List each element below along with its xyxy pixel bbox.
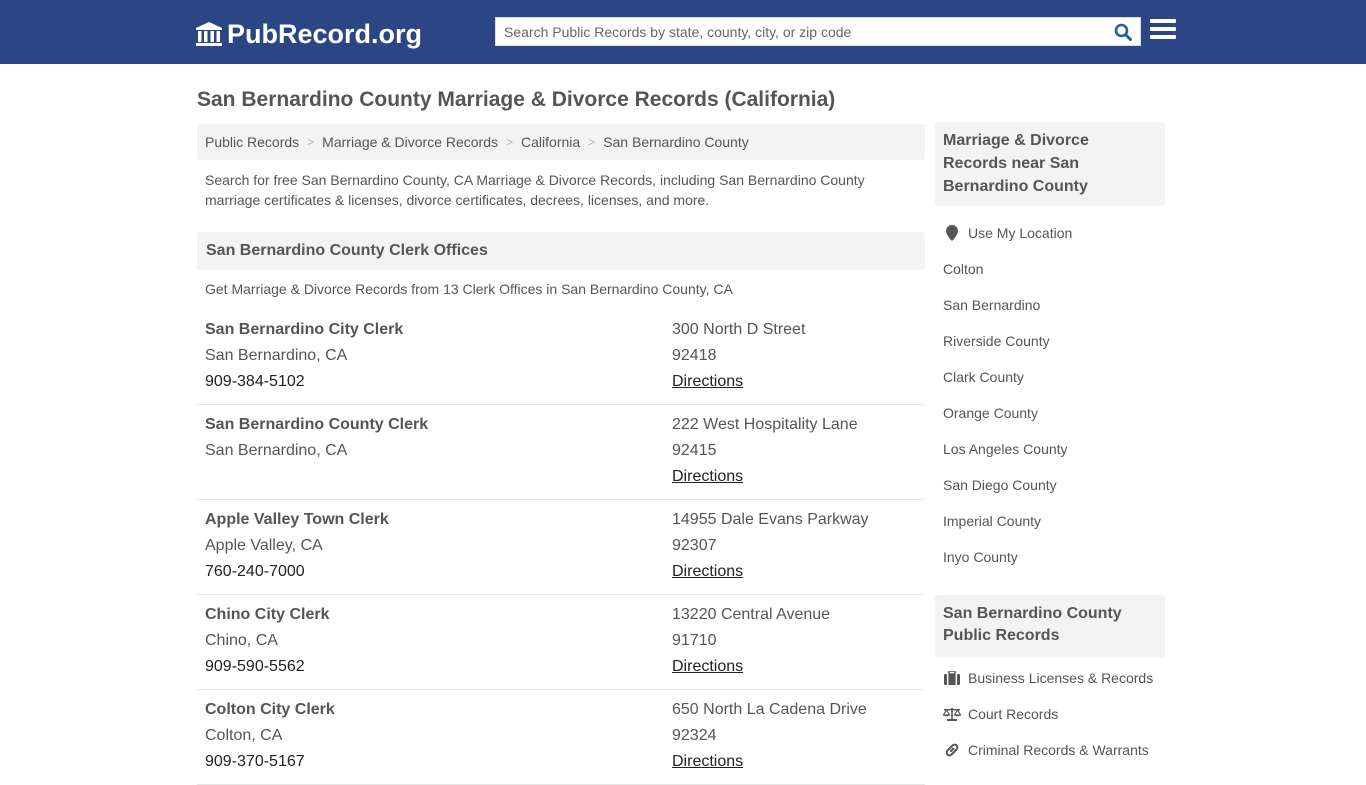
- office-city: San Bernardino, CA: [205, 442, 348, 459]
- breadcrumb-california[interactable]: California: [521, 134, 580, 150]
- office-address: 222 West Hospitality Lane: [672, 416, 858, 433]
- breadcrumb-separator: >: [588, 135, 596, 149]
- clerk-office-item: San Bernardino County Clerk San Bernardi…: [197, 405, 925, 500]
- office-city: Chino, CA: [205, 632, 278, 649]
- office-name: Apple Valley Town Clerk: [205, 511, 389, 528]
- menu-bar-icon: [1150, 19, 1176, 23]
- sidebar: Marriage & Divorce Records near San Bern…: [935, 122, 1165, 768]
- site-logo[interactable]: PubRecord.org: [195, 18, 422, 50]
- office-address: 14955 Dale Evans Parkway: [672, 511, 869, 528]
- nearby-link-san-bernardino[interactable]: San Bernardino: [935, 287, 1165, 323]
- office-name: San Bernardino City Clerk: [205, 321, 404, 338]
- office-phone[interactable]: 760-240-7000: [205, 559, 672, 585]
- office-zip: 91710: [672, 632, 717, 649]
- clerk-office-item: Apple Valley Town Clerk Apple Valley, CA…: [197, 500, 925, 595]
- county-records-list: Business Licenses & Records Court Record…: [935, 660, 1165, 768]
- logo-text: PubRecord.org: [227, 18, 423, 49]
- search-input[interactable]: [496, 18, 1106, 45]
- clerk-office-item: San Bernardino City Clerk San Bernardino…: [197, 315, 925, 405]
- nearby-list: Use My Location Colton San Bernardino Ri…: [935, 215, 1165, 575]
- main-content: Public Records > Marriage & Divorce Reco…: [197, 124, 925, 785]
- office-zip: 92415: [672, 442, 717, 459]
- office-name: San Bernardino County Clerk: [205, 416, 429, 433]
- nearby-link-imperial-county[interactable]: Imperial County: [935, 503, 1165, 539]
- office-phone[interactable]: 909-590-5562: [205, 654, 672, 680]
- office-name: Colton City Clerk: [205, 701, 335, 718]
- directions-link[interactable]: Directions: [672, 373, 743, 390]
- breadcrumb-separator: >: [506, 135, 514, 149]
- courthouse-icon: [196, 22, 222, 46]
- nearby-link-colton[interactable]: Colton: [935, 251, 1165, 287]
- county-public-records-heading: San Bernardino County Public Records: [935, 595, 1165, 657]
- criminal-records-label: Criminal Records & Warrants: [968, 742, 1149, 758]
- clerk-office-item: Colton City Clerk Colton, CA 909-370-516…: [197, 690, 925, 785]
- office-address: 300 North D Street: [672, 321, 806, 338]
- office-zip: 92418: [672, 347, 717, 364]
- top-navbar: PubRecord.org: [0, 0, 1366, 64]
- office-city: Apple Valley, CA: [205, 537, 323, 554]
- office-name: Chino City Clerk: [205, 606, 330, 623]
- briefcase-icon: [943, 670, 961, 686]
- criminal-records-link[interactable]: Criminal Records & Warrants: [935, 732, 1165, 768]
- court-records-link[interactable]: Court Records: [935, 696, 1165, 732]
- court-records-label: Court Records: [968, 706, 1059, 722]
- search-icon: [1114, 23, 1132, 41]
- breadcrumb-public-records[interactable]: Public Records: [205, 134, 299, 150]
- intro-text: Search for free San Bernardino County, C…: [205, 172, 865, 208]
- breadcrumb: Public Records > Marriage & Divorce Reco…: [197, 124, 925, 160]
- clerk-offices-subtitle: Get Marriage & Divorce Records from 13 C…: [205, 281, 733, 297]
- map-marker-icon: [943, 225, 961, 241]
- clerk-office-list: San Bernardino City Clerk San Bernardino…: [197, 315, 925, 785]
- hamburger-menu-button[interactable]: [1150, 19, 1176, 43]
- office-zip: 92307: [672, 537, 717, 554]
- office-zip: 92324: [672, 727, 717, 744]
- search-button[interactable]: [1106, 18, 1140, 45]
- office-city: Colton, CA: [205, 727, 283, 744]
- breadcrumb-marriage-divorce[interactable]: Marriage & Divorce Records: [322, 134, 498, 150]
- office-address: 13220 Central Avenue: [672, 606, 831, 623]
- office-city: San Bernardino, CA: [205, 347, 348, 364]
- clerk-office-item: Chino City Clerk Chino, CA 909-590-5562 …: [197, 595, 925, 690]
- office-phone[interactable]: 909-384-5102: [205, 369, 672, 395]
- directions-link[interactable]: Directions: [672, 468, 743, 485]
- breadcrumb-san-bernardino-county[interactable]: San Bernardino County: [603, 134, 749, 150]
- scale-icon: [943, 706, 961, 722]
- office-phone[interactable]: 909-370-5167: [205, 749, 672, 775]
- business-licenses-link[interactable]: Business Licenses & Records: [935, 660, 1165, 696]
- use-my-location-label: Use My Location: [968, 225, 1073, 241]
- nearby-link-los-angeles-county[interactable]: Los Angeles County: [935, 431, 1165, 467]
- nearby-link-clark-county[interactable]: Clark County: [935, 359, 1165, 395]
- link-icon: [943, 742, 961, 758]
- directions-link[interactable]: Directions: [672, 658, 743, 675]
- breadcrumb-separator: >: [307, 135, 315, 149]
- directions-link[interactable]: Directions: [672, 563, 743, 580]
- clerk-offices-heading: San Bernardino County Clerk Offices: [197, 232, 925, 270]
- nearby-link-orange-county[interactable]: Orange County: [935, 395, 1165, 431]
- nearby-link-riverside-county[interactable]: Riverside County: [935, 323, 1165, 359]
- page-title: San Bernardino County Marriage & Divorce…: [197, 88, 836, 111]
- menu-bar-icon: [1150, 35, 1176, 39]
- nearby-link-san-diego-county[interactable]: San Diego County: [935, 467, 1165, 503]
- directions-link[interactable]: Directions: [672, 753, 743, 770]
- business-licenses-label: Business Licenses & Records: [968, 670, 1154, 686]
- nearby-link-inyo-county[interactable]: Inyo County: [935, 539, 1165, 575]
- office-address: 650 North La Cadena Drive: [672, 701, 867, 718]
- use-my-location-link[interactable]: Use My Location: [935, 215, 1165, 251]
- menu-bar-icon: [1150, 27, 1176, 31]
- search-bar: [495, 17, 1141, 46]
- nearby-records-heading: Marriage & Divorce Records near San Bern…: [935, 122, 1165, 206]
